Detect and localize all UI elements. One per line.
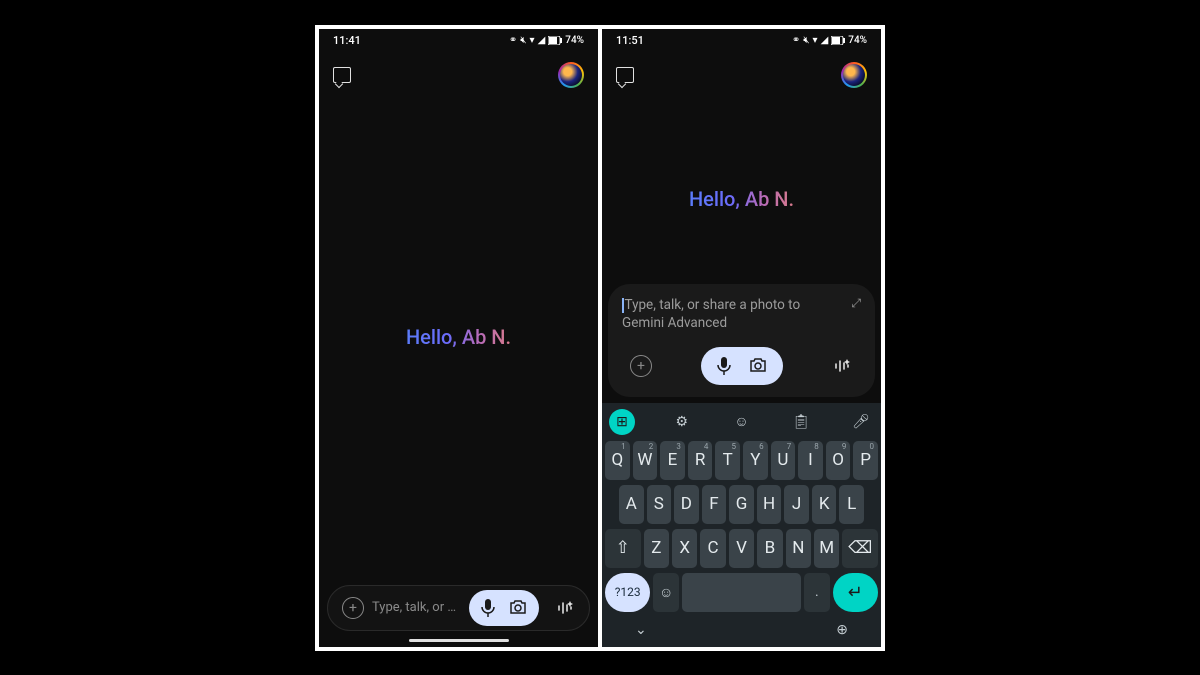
nav-language-icon[interactable]: ⊕ bbox=[836, 622, 848, 638]
signal-icon: ◢ bbox=[538, 35, 546, 46]
nav-bar: ⌄ ⊕ bbox=[605, 617, 878, 643]
key-q[interactable]: Q1 bbox=[605, 441, 630, 480]
kb-settings-icon[interactable]: ⚙ bbox=[669, 409, 695, 435]
camera-icon[interactable] bbox=[749, 358, 767, 373]
live-icon[interactable] bbox=[547, 590, 583, 626]
mute-icon: 🔇︎ bbox=[520, 35, 526, 46]
live-button[interactable] bbox=[823, 347, 861, 385]
battery-icon bbox=[548, 36, 562, 45]
key-enter[interactable]: ↵ bbox=[833, 573, 878, 612]
key-s[interactable]: S bbox=[647, 485, 672, 524]
key-c[interactable]: C bbox=[700, 529, 725, 568]
key-e[interactable]: E3 bbox=[660, 441, 685, 480]
camera-icon[interactable] bbox=[509, 600, 527, 615]
greeting-area: Hello, Ab N. bbox=[319, 97, 598, 577]
input-placeholder[interactable]: Type, talk, or share… bbox=[372, 600, 461, 615]
input-placeholder: Type, talk, or share a photo to Gemini A… bbox=[622, 297, 800, 331]
kb-grid-icon[interactable]: ⊞ bbox=[609, 409, 635, 435]
key-x[interactable]: X bbox=[672, 529, 697, 568]
keyboard: ⊞ ⚙ ☺ 📋︎ 🎤︎ Q1W2E3R4T5Y6U7I8O9P0 ASDFGHJ… bbox=[602, 403, 881, 647]
status-bar: 11:41 ⚭ 🔇︎ ▾ ◢ 74% bbox=[319, 29, 598, 53]
key-w[interactable]: W2 bbox=[633, 441, 658, 480]
app-header bbox=[319, 53, 598, 97]
key-v[interactable]: V bbox=[729, 529, 754, 568]
signal-icon: ◢ bbox=[821, 35, 829, 46]
battery-percent: 74% bbox=[565, 35, 584, 46]
link-icon: ⚭ bbox=[509, 35, 517, 46]
kb-clipboard-icon[interactable]: 📋︎ bbox=[788, 409, 814, 435]
key-period[interactable]: . bbox=[804, 573, 830, 612]
kb-voice-icon[interactable]: 🎤︎ bbox=[848, 409, 874, 435]
status-indicators: ⚭ 🔇︎ ▾ ◢ 74% bbox=[509, 35, 584, 46]
avatar[interactable] bbox=[558, 62, 584, 88]
key-t[interactable]: T5 bbox=[715, 441, 740, 480]
phone-left: 11:41 ⚭ 🔇︎ ▾ ◢ 74% Hello, Ab N. + Type, … bbox=[319, 29, 598, 647]
greeting-area: Hello, Ab N. bbox=[602, 97, 881, 285]
action-pill bbox=[469, 590, 539, 626]
chat-icon[interactable] bbox=[616, 67, 634, 83]
status-time: 11:41 bbox=[333, 34, 361, 47]
home-indicator[interactable] bbox=[409, 639, 509, 642]
key-z[interactable]: Z bbox=[644, 529, 669, 568]
mic-icon[interactable] bbox=[717, 357, 731, 375]
kb-emoji-icon[interactable]: ☺ bbox=[729, 409, 755, 435]
link-icon: ⚭ bbox=[792, 35, 800, 46]
text-cursor bbox=[622, 298, 624, 313]
expand-icon[interactable]: ⤢ bbox=[851, 296, 861, 332]
key-symbols[interactable]: ?123 bbox=[605, 573, 650, 612]
key-n[interactable]: N bbox=[786, 529, 811, 568]
key-y[interactable]: Y6 bbox=[743, 441, 768, 480]
action-pill bbox=[701, 347, 783, 385]
greeting-text: Hello, Ab N. bbox=[406, 325, 511, 349]
key-o[interactable]: O9 bbox=[826, 441, 851, 480]
chat-icon[interactable] bbox=[333, 67, 351, 83]
key-space[interactable] bbox=[682, 573, 801, 612]
input-field[interactable]: Type, talk, or share a photo to Gemini A… bbox=[622, 296, 841, 332]
phone-right: 11:51 ⚭ 🔇︎ ▾ ◢ 74% Hello, Ab N. Type, ta… bbox=[602, 29, 881, 647]
key-d[interactable]: D bbox=[674, 485, 699, 524]
battery-icon bbox=[831, 36, 845, 45]
key-m[interactable]: M bbox=[814, 529, 839, 568]
key-h[interactable]: H bbox=[757, 485, 782, 524]
wifi-icon: ▾ bbox=[813, 35, 818, 46]
add-icon[interactable]: + bbox=[342, 597, 364, 619]
mic-icon[interactable] bbox=[481, 599, 495, 617]
battery-percent: 74% bbox=[848, 35, 867, 46]
key-i[interactable]: I8 bbox=[798, 441, 823, 480]
key-g[interactable]: G bbox=[729, 485, 754, 524]
screenshot-comparison: 11:41 ⚭ 🔇︎ ▾ ◢ 74% Hello, Ab N. + Type, … bbox=[315, 25, 885, 651]
status-indicators: ⚭ 🔇︎ ▾ ◢ 74% bbox=[792, 35, 867, 46]
keyboard-toolbar: ⊞ ⚙ ☺ 📋︎ 🎤︎ bbox=[605, 407, 878, 437]
key-shift[interactable]: ⇧ bbox=[605, 529, 641, 568]
key-b[interactable]: B bbox=[757, 529, 782, 568]
status-time: 11:51 bbox=[616, 34, 644, 47]
avatar[interactable] bbox=[841, 62, 867, 88]
status-bar: 11:51 ⚭ 🔇︎ ▾ ◢ 74% bbox=[602, 29, 881, 53]
key-emoji[interactable]: ☺ bbox=[653, 573, 679, 612]
key-backspace[interactable]: ⌫ bbox=[842, 529, 878, 568]
key-j[interactable]: J bbox=[784, 485, 809, 524]
key-l[interactable]: L bbox=[839, 485, 864, 524]
key-k[interactable]: K bbox=[812, 485, 837, 524]
input-bar[interactable]: + Type, talk, or share… bbox=[327, 585, 590, 631]
greeting-text: Hello, Ab N. bbox=[689, 187, 794, 211]
key-p[interactable]: P0 bbox=[853, 441, 878, 480]
key-u[interactable]: U7 bbox=[771, 441, 796, 480]
key-f[interactable]: F bbox=[702, 485, 727, 524]
mute-icon: 🔇︎ bbox=[803, 35, 809, 46]
add-button[interactable]: + bbox=[622, 347, 660, 385]
expanded-input: Type, talk, or share a photo to Gemini A… bbox=[608, 284, 875, 396]
app-header bbox=[602, 53, 881, 97]
nav-collapse-icon[interactable]: ⌄ bbox=[635, 622, 647, 638]
key-r[interactable]: R4 bbox=[688, 441, 713, 480]
wifi-icon: ▾ bbox=[530, 35, 535, 46]
key-a[interactable]: A bbox=[619, 485, 644, 524]
